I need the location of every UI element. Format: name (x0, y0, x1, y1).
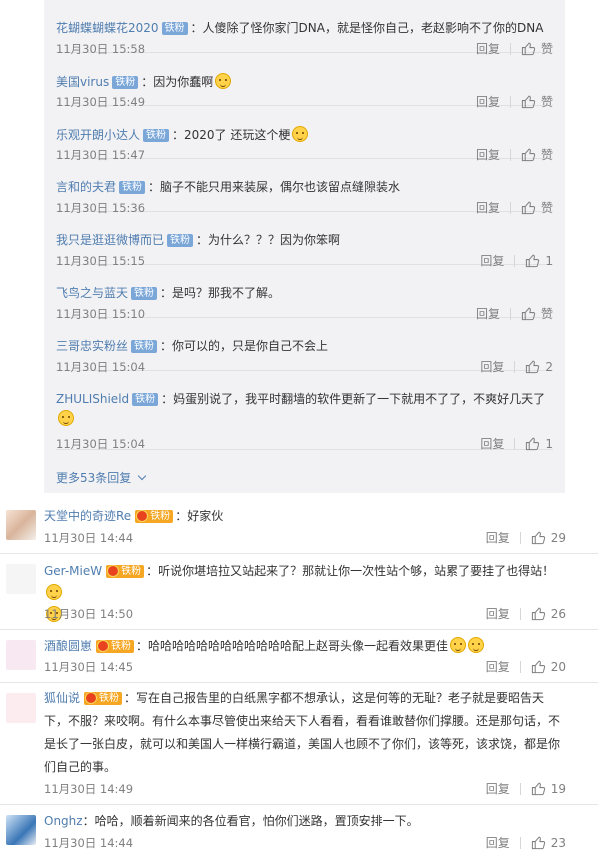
comment-item: 天堂中的奇迹Re 铁粉 ：好家伙 11月30日 14:44 回复 29 (0, 500, 598, 554)
reply-thread-box: 花蝴蝶蝴蝶花2020 铁粉 ：人傻除了怪你家门DNA，就是怪你自己，老赵影响不了你的… (44, 0, 565, 493)
like-button[interactable]: 20 (531, 659, 566, 674)
avatar[interactable] (6, 640, 36, 670)
like-count: 19 (550, 781, 566, 796)
sub-reply-item: ZHULIShield 铁粉 ：妈蛋别说了，我平时翻墙的软件更新了一下就用不了了，不… (56, 371, 553, 451)
like-button[interactable]: 19 (531, 781, 566, 796)
reply-text: ：脑子不能只用来装屎，偶尔也该留点缝隙装水 (148, 180, 401, 194)
chevron-down-icon (138, 471, 147, 481)
thumbs-up-icon (531, 531, 545, 545)
reply-text: ：因为你蠢啊 (141, 75, 214, 89)
username-link[interactable]: ZHULIShield (56, 392, 129, 406)
tired-emoji-icon (58, 410, 74, 426)
reply-button[interactable]: 回复 (480, 437, 504, 451)
like-button[interactable]: 26 (531, 606, 566, 621)
fan-badge: 铁粉 (119, 181, 146, 194)
fan-badge: 铁粉 (132, 393, 159, 406)
username-link[interactable]: 飞鸟之与蓝天 (56, 286, 128, 300)
reply-button[interactable]: 回复 (486, 607, 510, 621)
crown-icon (107, 565, 120, 577)
fan-badge: 铁粉 (161, 22, 188, 35)
fan-badge: 铁粉 (106, 565, 145, 578)
sub-reply-item: 我只是逛逛微博而已 铁粉 ：为什么？？？因为你笨啊 11月30日 15:15 回复 1 (56, 212, 553, 268)
comment-text: ：哈哈，顺着新闻来的各位看官，怕你们迷路，置顶安排一下。 (82, 814, 419, 828)
fan-badge: 铁粉 (84, 692, 123, 705)
comment-text: ：听说你堪培拉又站起来了？那就让你一次性站个够，站累了要挂了也得站！ (146, 564, 555, 578)
like-button[interactable]: 1 (525, 436, 553, 451)
crown-icon (85, 692, 98, 704)
fan-badge: 铁粉 (131, 287, 158, 300)
avatar[interactable] (6, 510, 36, 540)
username-link[interactable]: 花蝴蝶蝴蝶花2020 (56, 21, 159, 35)
sub-reply-item: 美国virus 铁粉 ：因为你蠢啊 11月30日 15:49 回复赞 (56, 53, 553, 109)
avatar[interactable] (6, 564, 36, 594)
username-link[interactable]: 天堂中的奇迹Re (44, 509, 131, 523)
reply-button[interactable]: 回复 (486, 660, 510, 674)
comment-item: 酒酿圆崽 铁粉 ：哈哈哈哈哈哈哈哈哈哈哈哈配上赵哥头像一起看效果更佳 11月30日 … (0, 630, 598, 683)
sub-reply-item: 言和的夫君 铁粉 ：脑子不能只用来装屎，偶尔也该留点缝隙装水 11月30日 15:3… (56, 159, 553, 215)
thumbs-up-icon (526, 437, 540, 451)
avatar[interactable] (6, 815, 36, 845)
username-link[interactable]: Ger-MieW (44, 564, 102, 578)
like-count: 1 (545, 436, 553, 451)
username-link[interactable]: 狐仙说 (44, 691, 80, 705)
reply-text: ：人傻除了怪你家门DNA，就是怪你自己，老赵影响不了你的DNA (190, 21, 544, 35)
thumbs-up-icon (531, 607, 545, 621)
crown-icon (136, 510, 149, 522)
fan-badge: 铁粉 (131, 340, 158, 353)
reply-text: ：为什么？？？因为你笨啊 (196, 233, 341, 247)
username-link[interactable]: 我只是逛逛微博而已 (56, 233, 164, 247)
like-count: 20 (550, 659, 566, 674)
fan-badge: 铁粉 (96, 640, 135, 653)
sub-reply-item: 飞鸟之与蓝天 铁粉 ：是吗？那我不了解。 11月30日 15:10 回复赞 (56, 265, 553, 321)
like-button[interactable]: 29 (531, 530, 566, 545)
username-link[interactable]: 酒酿圆崽 (44, 639, 92, 653)
timestamp: 11月30日 15:04 (56, 437, 146, 451)
thumbs-emoji-icon (450, 637, 467, 653)
sub-reply-item: 乐观开朗小达人 铁粉 ：2020了 还玩这个梗 11月30日 15:47 回复赞 (56, 106, 553, 162)
like-button[interactable]: 23 (531, 835, 566, 850)
comment-item: Onghz：哈哈，顺着新闻来的各位看官，怕你们迷路，置顶安排一下。 11月30日… (0, 805, 598, 863)
reply-text: ：是吗？那我不了解。 (160, 286, 281, 300)
username-link[interactable]: Onghz (44, 814, 83, 828)
smile-emoji-icon (46, 584, 62, 600)
fan-badge: 铁粉 (112, 76, 139, 89)
comment-text: ：哈哈哈哈哈哈哈哈哈哈哈哈配上赵哥头像一起看效果更佳 (136, 639, 449, 653)
reply-button[interactable]: 回复 (486, 531, 510, 545)
timestamp: 11月30日 14:50 (44, 607, 134, 621)
like-count: 29 (550, 530, 566, 545)
reply-button[interactable]: 回复 (486, 836, 510, 850)
thumbs-up-icon (531, 836, 545, 850)
grin-emoji-icon (215, 73, 232, 89)
like-count: 23 (550, 835, 566, 850)
timestamp: 11月30日 14:44 (44, 836, 134, 850)
thumbs-up-icon (531, 782, 545, 796)
thinking-emoji-icon (292, 126, 309, 142)
username-link[interactable]: 美国virus (56, 75, 109, 89)
fan-badge: 铁粉 (143, 129, 170, 142)
crown-icon (97, 640, 110, 652)
sub-reply-item: 三哥忠实粉丝 铁粉 ：你可以的，只是你自己不会上 11月30日 15:04 回复 2 (56, 318, 553, 374)
username-link[interactable]: 乐观开朗小达人 (56, 128, 140, 142)
comment-item: Ger-MieW 铁粉 ：听说你堪培拉又站起来了？那就让你一次性站个够，站累了要挂了… (0, 554, 598, 630)
comment-item: 狐仙说 铁粉 ：写在自己报告里的白纸黑字都不想承认，这是何等的无耻？老子就是要昭告天… (0, 683, 598, 805)
timestamp: 11月30日 14:45 (44, 660, 134, 674)
thumbs-up-icon (531, 660, 545, 674)
reply-text: ：2020了 还玩这个梗 (172, 128, 291, 142)
avatar[interactable] (6, 693, 36, 723)
timestamp: 11月30日 14:44 (44, 531, 134, 545)
username-link[interactable]: 三哥忠实粉丝 (56, 339, 128, 353)
reply-button[interactable]: 回复 (486, 782, 510, 796)
comment-text: ：好家伙 (175, 509, 224, 523)
reply-text: ：妈蛋别说了，我平时翻墙的软件更新了一下就用不了了，不爽好几天了 (161, 392, 546, 406)
fan-badge: 铁粉 (167, 234, 194, 247)
like-count: 26 (550, 606, 566, 621)
username-link[interactable]: 言和的夫君 (56, 180, 116, 194)
reply-text: ：你可以的，只是你自己不会上 (160, 339, 329, 353)
cat-emoji-icon (468, 637, 485, 653)
sub-reply-item: 花蝴蝶蝴蝶花2020 铁粉 ：人傻除了怪你家门DNA，就是怪你自己，老赵影响不了你的… (56, 0, 553, 56)
more-replies-link[interactable]: 更多53条回复 (56, 470, 147, 486)
timestamp: 11月30日 14:49 (44, 782, 134, 796)
fan-badge: 铁粉 (135, 510, 174, 523)
